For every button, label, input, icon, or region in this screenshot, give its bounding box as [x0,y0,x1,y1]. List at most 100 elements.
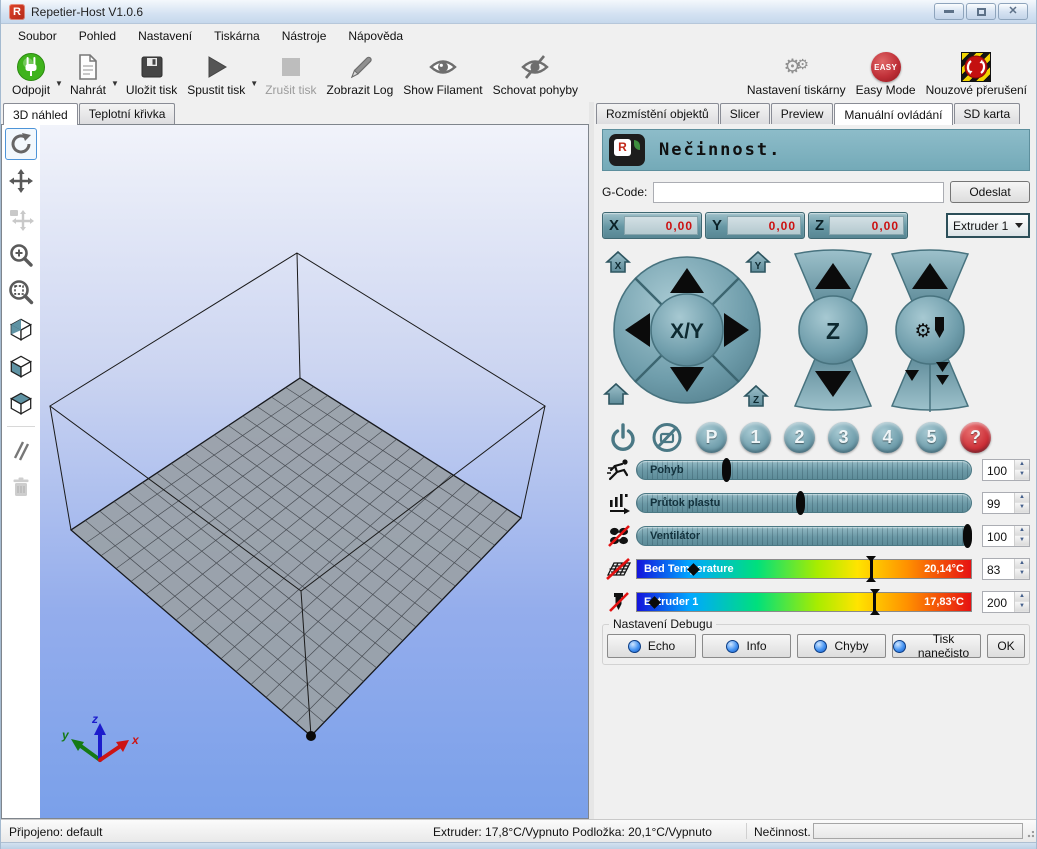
speed-spinner[interactable]: 100 ▲▼ [982,459,1030,481]
minimize-button[interactable] [934,3,964,20]
fit-view-button[interactable] [5,276,37,308]
menu-nastroje[interactable]: Nástroje [271,25,338,47]
show-log-button[interactable]: Zobrazit Log [322,50,399,98]
extruder-jog-pad[interactable]: ⚙ [892,250,968,412]
fan-spinner-arrows[interactable]: ▲▼ [1014,526,1029,546]
home-z-button[interactable]: Z [745,386,767,406]
tab-temperature-curve[interactable]: Teplotní křivka [79,103,176,124]
menu-pohled[interactable]: Pohled [68,25,127,47]
disconnect-label: Odpojit [12,83,50,97]
tab-slicer[interactable]: Slicer [720,103,770,124]
help-button[interactable]: ? [960,422,991,453]
park-button[interactable]: P [696,422,727,453]
maximize-button[interactable] [966,3,996,20]
bed-target-handle[interactable] [870,557,873,581]
debug-info-button[interactable]: Info [702,634,791,658]
speed-slider-handle[interactable] [722,458,731,482]
speed-value[interactable]: 100 [983,460,1014,480]
toggle-bed-button[interactable] [651,422,683,453]
fit-view-icon [8,279,34,305]
plug-icon [16,52,46,82]
cancel-print-button[interactable]: Zrušit tisk [260,50,321,98]
close-button[interactable]: ✕ [998,3,1028,20]
fan-slider[interactable]: Ventilátor [636,526,972,546]
speed-slider[interactable]: Pohyb [636,460,972,480]
home-all-button[interactable] [605,384,627,404]
debug-errors-button[interactable]: Chyby [797,634,886,658]
menu-soubor[interactable]: Soubor [7,25,68,47]
preset-5-button[interactable]: 5 [916,422,947,453]
rotate-view-button[interactable] [5,128,37,160]
bed-temp-spinner[interactable]: 83 ▲▼ [982,558,1030,580]
home-x-button[interactable]: X [607,252,629,272]
y-position-value: 0,00 [727,216,801,235]
floppy-icon [139,54,165,80]
bed-temp-value[interactable]: 83 [983,559,1014,579]
speed-spinner-arrows[interactable]: ▲▼ [1014,460,1029,480]
tab-3d-preview[interactable]: 3D náhled [3,103,78,125]
tab-object-placement[interactable]: Rozmístění objektů [596,103,719,124]
debug-ok-button[interactable]: OK [987,634,1025,658]
tab-manual-control[interactable]: Manuální ovládání [834,103,952,125]
menu-nastaveni[interactable]: Nastavení [127,25,203,47]
move-view-button[interactable] [5,165,37,197]
quick-buttons-row: P 1 2 3 4 5 ? [608,421,1030,453]
load-button[interactable]: Nahrát [65,50,111,98]
svg-text:Y: Y [755,261,762,272]
start-dropdown-caret[interactable]: ▼ [250,79,260,102]
easy-mode-button[interactable]: EASY Easy Mode [851,50,921,98]
show-filament-button[interactable]: Show Filament [398,50,487,98]
preset-1-button[interactable]: 1 [740,422,771,453]
fan-slider-handle[interactable] [963,524,972,548]
preset-3-button[interactable]: 3 [828,422,859,453]
flow-value[interactable]: 99 [983,493,1014,513]
front-view-button[interactable] [5,350,37,382]
close-icon: ✕ [1008,6,1017,17]
bed-temp-slider[interactable]: Bed Temperature 20,14°C [636,559,972,579]
3d-viewport[interactable]: y z x [40,125,588,818]
zoom-in-button[interactable] [5,239,37,271]
emergency-stop-button[interactable]: Nouzové přerušení [921,50,1032,98]
flow-spinner-arrows[interactable]: ▲▼ [1014,493,1029,513]
flow-spinner[interactable]: 99 ▲▼ [982,492,1030,514]
printer-settings-button[interactable]: ⚙⚙ Nastavení tiskárny [742,50,851,98]
bed-spinner-arrows[interactable]: ▲▼ [1014,559,1029,579]
fan-spinner[interactable]: 100 ▲▼ [982,525,1030,547]
isometric-view-button[interactable] [5,313,37,345]
extruder-select[interactable]: Extruder 1 [946,213,1030,238]
hide-travel-button[interactable]: Schovat pohyby [488,50,583,98]
tab-sd-card[interactable]: SD karta [954,103,1021,124]
flow-slider-handle[interactable] [796,491,805,515]
menu-napoveda[interactable]: Nápověda [337,25,414,47]
move-object-button[interactable] [5,202,37,234]
extruder-temp-slider[interactable]: Extruder 1 17,83°C [636,592,972,612]
extruder-temp-spinner[interactable]: 200 ▲▼ [982,591,1030,613]
delete-object-button[interactable] [5,471,37,503]
preset-4-button[interactable]: 4 [872,422,903,453]
gcode-input[interactable] [653,182,944,203]
disconnect-button[interactable]: Odpojit [7,50,55,98]
flow-slider[interactable]: Průtok plastu [636,493,972,513]
z-jog-pad[interactable]: Z [795,250,871,410]
send-gcode-button[interactable]: Odeslat [950,181,1030,203]
tab-preview[interactable]: Preview [771,103,834,124]
top-view-button[interactable] [5,387,37,419]
parallel-projection-button[interactable] [5,434,37,466]
extruder-temp-value[interactable]: 200 [983,592,1014,612]
extruder-spinner-arrows[interactable]: ▲▼ [1014,592,1029,612]
rotate-icon [8,131,34,157]
preset-2-button[interactable]: 2 [784,422,815,453]
home-y-button[interactable]: Y [747,252,769,272]
fan-value[interactable]: 100 [983,526,1014,546]
save-print-button[interactable]: Uložit tisk [121,50,182,98]
disconnect-dropdown-caret[interactable]: ▼ [55,79,65,102]
debug-echo-button[interactable]: Echo [607,634,696,658]
extruder-target-handle[interactable] [873,590,876,614]
stop-icon [279,55,303,79]
debug-dryrun-button[interactable]: Tisk nanečisto [892,634,981,658]
start-print-button[interactable]: Spustit tisk [182,50,250,98]
load-dropdown-caret[interactable]: ▼ [111,79,121,102]
xy-jog-pad[interactable]: X/Y [614,257,760,403]
menu-tiskarna[interactable]: Tiskárna [203,25,271,47]
power-button[interactable] [608,422,638,453]
